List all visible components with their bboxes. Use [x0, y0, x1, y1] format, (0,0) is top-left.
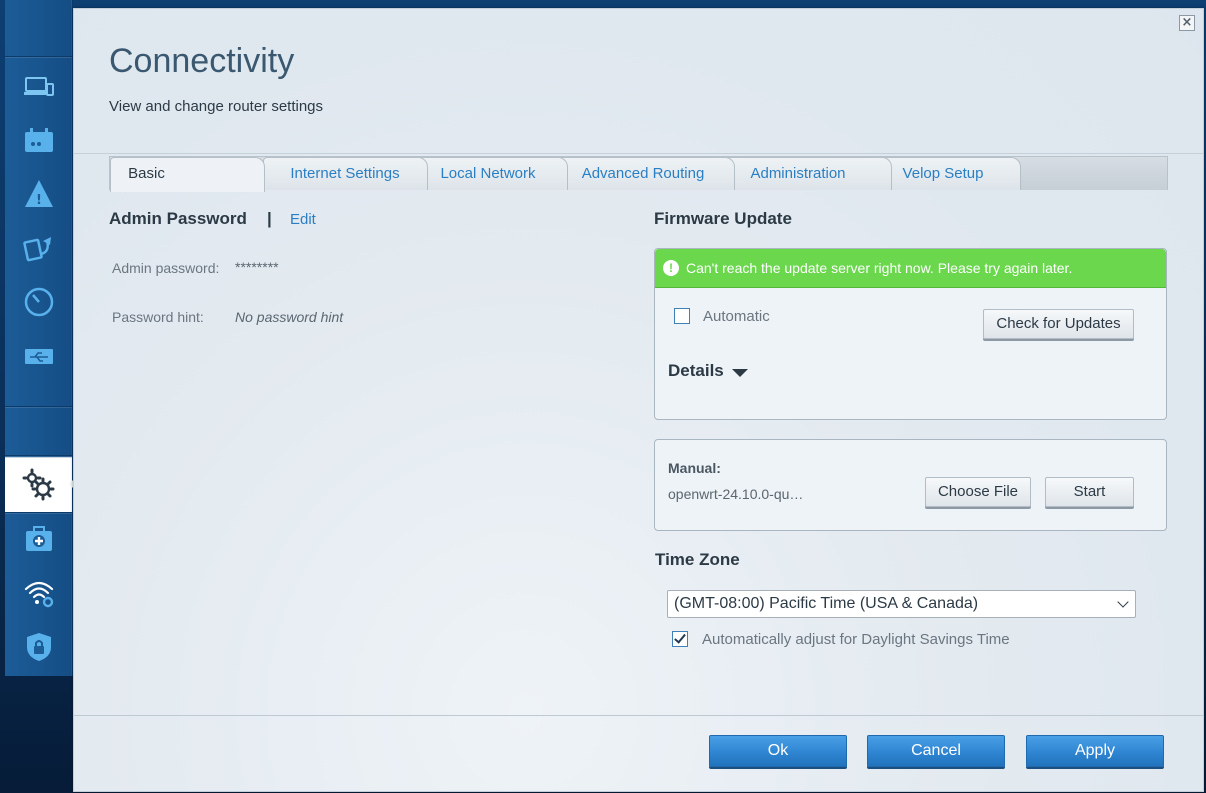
tab-local-network[interactable]: Local Network: [428, 158, 548, 190]
connectivity-dialog: × Connectivity View and change router se…: [73, 8, 1204, 792]
header-divider: [74, 153, 1203, 154]
dst-checkbox[interactable]: [672, 631, 688, 647]
tab-basic[interactable]: Basic: [110, 158, 183, 190]
alert-icon: !: [663, 260, 679, 276]
start-button[interactable]: Start: [1045, 477, 1134, 507]
manual-update-panel: Manual: openwrt-24.10.0-qu… Choose File …: [654, 439, 1167, 531]
settings-gears-icon: [22, 468, 54, 501]
time-zone-heading: Time Zone: [655, 550, 740, 569]
sidebar-item-backup[interactable]: [5, 222, 72, 274]
tab-advanced-routing[interactable]: Advanced Routing: [570, 158, 716, 190]
wifi-settings-icon: [24, 581, 53, 608]
firmware-update-heading: Firmware Update: [654, 209, 792, 228]
sidebar-item-wireless[interactable]: [5, 567, 72, 619]
choose-file-button[interactable]: Choose File: [925, 477, 1031, 507]
manual-label: Manual:: [668, 460, 721, 476]
cancel-button[interactable]: Cancel: [867, 735, 1005, 767]
time-zone-value: (GMT-08:00) Pacific Time (USA & Canada): [674, 595, 979, 612]
apply-button[interactable]: Apply: [1026, 735, 1164, 767]
heading-separator: |: [267, 209, 272, 228]
time-zone-select[interactable]: (GMT-08:00) Pacific Time (USA & Canada): [667, 590, 1136, 618]
tab-internet-settings[interactable]: Internet Settings: [275, 158, 415, 190]
warning-icon: !: [24, 180, 53, 208]
password-hint-value: No password hint: [235, 309, 344, 325]
sidebar-item-speed[interactable]: [5, 276, 72, 328]
automatic-label: Automatic: [703, 308, 770, 325]
sidebar-item-troubleshooting[interactable]: [5, 513, 72, 565]
banner-message: Can't reach the update server right now.…: [686, 260, 1073, 276]
sidebar-divider: [5, 406, 72, 407]
firmware-panel: ! Can't reach the update server right no…: [654, 248, 1167, 420]
sidebar-item-alerts[interactable]: !: [5, 168, 72, 220]
footer-divider: [74, 715, 1203, 716]
caret-down-icon[interactable]: [732, 369, 748, 377]
admin-password-heading: Admin Password: [109, 209, 247, 228]
close-icon[interactable]: ×: [1179, 15, 1195, 31]
tab-velop-setup[interactable]: Velop Setup: [890, 158, 996, 190]
sidebar-divider: [5, 455, 72, 456]
tab-administration[interactable]: Administration: [738, 158, 858, 190]
admin-password-value: ********: [235, 259, 279, 275]
edit-password-link[interactable]: Edit: [290, 211, 316, 228]
router-icon: [24, 128, 53, 152]
usb-icon: [24, 349, 53, 364]
security-icon: [26, 633, 51, 661]
ok-button[interactable]: Ok: [709, 735, 847, 767]
dst-label: Automatically adjust for Daylight Saving…: [702, 631, 1010, 648]
page-title: Connectivity: [109, 42, 295, 80]
sidebar: !: [5, 0, 77, 676]
devices-icon: [23, 77, 54, 96]
automatic-update-checkbox[interactable]: [674, 308, 690, 324]
page-subtitle: View and change router settings: [109, 98, 324, 115]
svg-text:!: !: [36, 193, 42, 208]
firmware-status-banner: ! Can't reach the update server right no…: [655, 249, 1166, 288]
selected-file-name: openwrt-24.10.0-qu…: [668, 486, 804, 502]
admin-password-label: Admin password:: [112, 260, 220, 276]
tab-bar: Basic Internet Settings Local Network Ad…: [109, 156, 1168, 192]
sidebar-item-router[interactable]: [5, 114, 72, 166]
sidebar-item-connectivity[interactable]: [5, 457, 72, 513]
check-for-updates-button[interactable]: Check for Updates: [983, 309, 1134, 339]
chevron-down-icon: [1117, 596, 1129, 608]
backup-icon: [22, 237, 51, 262]
password-hint-label: Password hint:: [112, 309, 204, 325]
sidebar-item-devices[interactable]: [5, 60, 72, 112]
sidebar-item-usb[interactable]: [5, 330, 72, 382]
sidebar-item-security[interactable]: [5, 621, 72, 673]
sidebar-divider: [5, 56, 72, 57]
details-toggle[interactable]: Details: [668, 361, 724, 381]
speed-icon: [24, 287, 53, 317]
troubleshooting-icon: [25, 526, 52, 551]
